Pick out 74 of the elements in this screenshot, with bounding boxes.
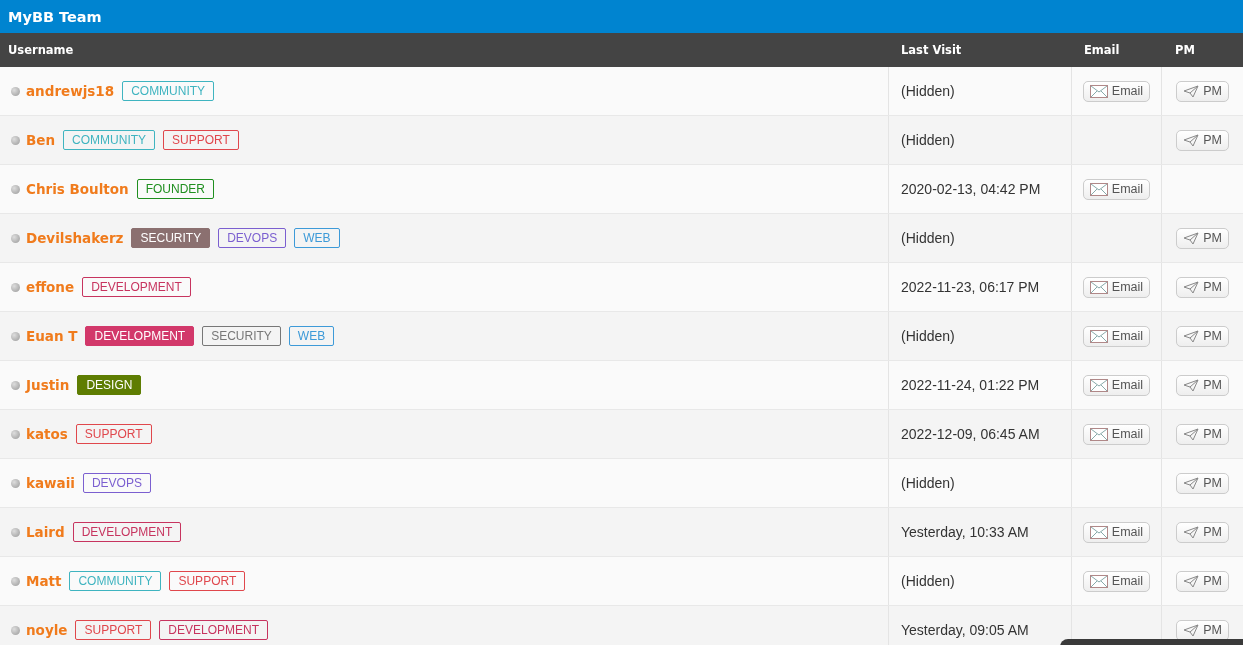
pm-button[interactable]: PM <box>1176 619 1229 641</box>
group-tag: SECURITY <box>202 326 281 346</box>
group-tag: FOUNDER <box>136 179 215 199</box>
envelope-icon <box>1089 525 1108 539</box>
last-visit-text: (Hidden) <box>901 230 955 246</box>
email-button[interactable]: Email <box>1082 276 1151 298</box>
last-visit-text: (Hidden) <box>901 328 955 344</box>
pm-button[interactable]: PM <box>1176 325 1229 347</box>
email-button[interactable]: Email <box>1082 521 1151 543</box>
last-visit-text: Yesterday, 10:33 AM <box>901 524 1029 540</box>
group-tag: SUPPORT <box>163 130 239 150</box>
last-visit-text: 2020-02-13, 04:42 PM <box>901 181 1041 197</box>
email-button[interactable]: Email <box>1082 374 1151 396</box>
envelope-icon <box>1089 427 1108 441</box>
pm-button[interactable]: PM <box>1176 423 1229 445</box>
paper-plane-icon <box>1183 329 1200 343</box>
group-tag: SUPPORT <box>75 620 152 640</box>
pm-button[interactable]: PM <box>1176 276 1229 298</box>
email-button[interactable]: Email <box>1082 325 1151 347</box>
column-header: Email <box>1083 43 1121 57</box>
group-tag: COMMUNITY <box>69 571 162 591</box>
pm-button[interactable]: PM <box>1176 521 1229 543</box>
pm-button[interactable]: PM <box>1176 472 1229 494</box>
group-tag: COMMUNITY <box>63 130 156 150</box>
group-tag: DEVELOPMENT <box>159 620 268 640</box>
pm-button[interactable]: PM <box>1176 374 1229 396</box>
email-button[interactable]: Email <box>1082 178 1151 200</box>
last-visit-text: 2022-12-09, 06:45 AM <box>901 426 1040 442</box>
envelope-icon <box>1089 280 1108 294</box>
envelope-icon <box>1089 329 1108 343</box>
group-tag: DESIGN <box>77 375 142 395</box>
group-tag: SECURITY <box>131 228 211 248</box>
group-tag: DEVOPS <box>218 228 287 248</box>
last-visit-text: (Hidden) <box>901 83 955 99</box>
last-visit-text: 2022-11-23, 06:17 PM <box>901 279 1040 295</box>
envelope-icon <box>1089 84 1108 98</box>
paper-plane-icon <box>1183 133 1200 147</box>
envelope-icon <box>1089 574 1108 588</box>
paper-plane-icon <box>1183 427 1200 441</box>
paper-plane-icon <box>1183 280 1200 294</box>
envelope-icon <box>1089 378 1108 392</box>
group-tag: COMMUNITY <box>122 81 215 101</box>
last-visit-text: (Hidden) <box>901 475 955 491</box>
paper-plane-icon <box>1183 84 1200 98</box>
email-button[interactable]: Email <box>1082 423 1151 445</box>
paper-plane-icon <box>1183 378 1200 392</box>
paper-plane-icon <box>1183 476 1200 490</box>
table-title: MyBB Team <box>8 8 102 25</box>
group-tag: DEVELOPMENT <box>82 277 191 297</box>
last-visit-text: Yesterday, 09:05 AM <box>901 622 1029 638</box>
paper-plane-icon <box>1183 231 1200 245</box>
email-button[interactable]: Email <box>1082 570 1151 592</box>
last-visit-text: 2022-11-24, 01:22 PM <box>901 377 1040 393</box>
paper-plane-icon <box>1183 574 1200 588</box>
pm-button[interactable]: PM <box>1176 80 1229 102</box>
last-visit-text: (Hidden) <box>901 132 955 148</box>
pm-button[interactable]: PM <box>1176 570 1229 592</box>
group-tag: WEB <box>288 326 335 346</box>
envelope-icon <box>1089 182 1108 196</box>
column-header: PM <box>1174 43 1196 57</box>
column-header: Last Visit <box>900 43 963 57</box>
pm-button[interactable]: PM <box>1176 227 1229 249</box>
group-tag: SUPPORT <box>75 424 152 444</box>
paper-plane-icon <box>1183 623 1200 637</box>
group-tag: WEB <box>294 228 340 248</box>
email-button[interactable]: Email <box>1082 80 1151 102</box>
column-header: Username <box>7 43 75 57</box>
group-tag: SUPPORT <box>169 571 246 591</box>
group-tag: DEVELOPMENT <box>85 326 195 346</box>
paper-plane-icon <box>1183 525 1200 539</box>
pm-button[interactable]: PM <box>1176 129 1229 151</box>
group-tag: DEVOPS <box>82 473 151 493</box>
group-tag: DEVELOPMENT <box>72 522 182 542</box>
last-visit-text: (Hidden) <box>901 573 955 589</box>
